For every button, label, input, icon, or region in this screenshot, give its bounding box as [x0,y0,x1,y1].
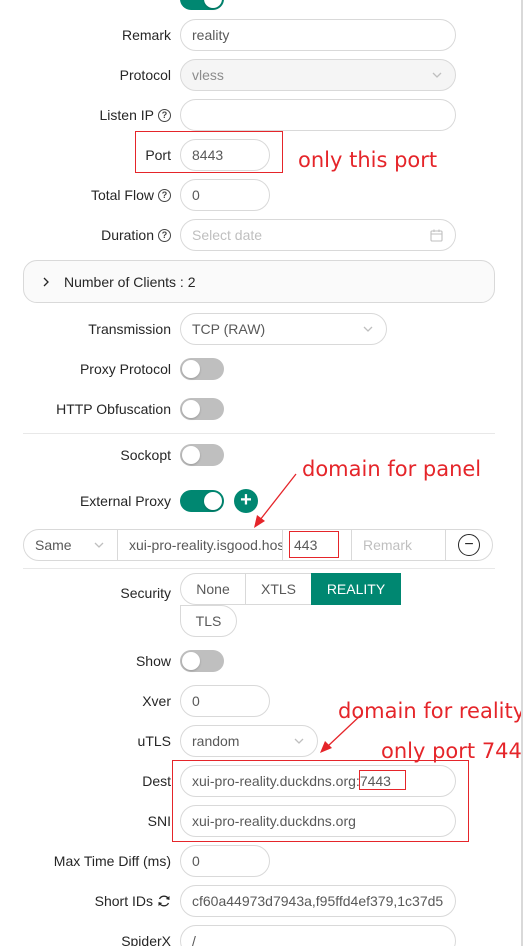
enable-toggle[interactable] [180,0,224,10]
external-proxy-domain-input[interactable]: xui-pro-reality.isgood.host [117,529,283,561]
security-option-xtls[interactable]: XTLS [245,573,312,605]
proxy-protocol-toggle[interactable] [180,358,224,380]
help-icon[interactable]: ? [158,108,171,122]
panel-domain-annotation: domain for panel [302,457,482,481]
port-annotation: only this port [298,148,438,172]
sni-label: SNI [147,813,171,829]
xver-label: Xver [142,693,171,709]
dest-label: Dest [142,773,171,789]
remark-input[interactable]: reality [180,19,456,51]
port-highlight-box [135,131,283,173]
proxy-protocol-label: Proxy Protocol [79,361,171,377]
show-toggle[interactable] [180,650,224,672]
external-proxy-remark-input[interactable]: Remark [351,529,446,561]
protocol-label: Protocol [119,67,171,83]
external-proxy-label: External Proxy [79,493,171,509]
show-label: Show [135,653,171,669]
help-icon[interactable]: ? [158,228,171,242]
chevron-down-icon [432,72,442,78]
transmission-select[interactable]: TCP (RAW) [180,313,387,345]
remark-label: Remark [121,27,171,43]
remove-external-proxy-button[interactable]: − [458,534,480,556]
chevron-right-icon [43,277,49,287]
divider [23,568,495,569]
refresh-icon[interactable] [157,894,171,908]
short-ids-input[interactable]: cf60a44973d7943a,f95ffd4ef379,1c37d5 [180,885,456,917]
sockopt-label: Sockopt [120,447,171,463]
external-port-highlight-box [289,531,339,558]
max-time-diff-input[interactable]: 0 [180,845,270,877]
help-icon[interactable]: ? [158,188,171,202]
short-ids-label: Short IDs [95,890,171,912]
utls-select[interactable]: random [180,725,318,757]
chevron-down-icon [94,542,104,548]
duration-date-picker[interactable]: Select date [180,219,456,251]
security-option-none[interactable]: None [180,573,246,605]
external-proxy-mode-select[interactable]: Same [23,529,118,561]
http-obfuscation-label: HTTP Obfuscation [56,401,171,417]
security-label: Security [120,585,171,601]
annotation-arrow [320,713,363,753]
protocol-select[interactable]: vless [180,59,456,91]
spiderx-input[interactable]: / [180,925,456,946]
duration-label: Duration? [101,224,171,246]
transmission-label: Transmission [88,321,171,337]
divider [23,433,495,434]
total-flow-input[interactable]: 0 [180,179,270,211]
clients-collapse-label: Number of Clients : 2 [64,273,196,290]
http-obfuscation-toggle[interactable] [180,398,224,420]
max-time-diff-label: Max Time Diff (ms) [53,853,171,869]
xver-input[interactable]: 0 [180,685,270,717]
chevron-down-icon [363,326,373,332]
spiderx-label: SpiderX [121,933,171,946]
sockopt-toggle[interactable] [180,444,224,466]
utls-label: uTLS [137,733,171,749]
total-flow-label: Total Flow? [91,184,171,206]
chevron-down-icon [294,738,304,744]
security-option-reality[interactable]: REALITY [311,573,401,605]
calendar-icon [430,229,443,242]
listen-ip-label: Listen IP? [100,104,171,126]
reality-highlight-box [172,760,469,842]
listen-ip-input[interactable] [180,99,456,131]
clients-collapse-panel[interactable]: Number of Clients : 2 [23,260,495,303]
external-proxy-remove-wrapper: − [445,529,493,561]
security-option-tls[interactable]: TLS [180,605,237,637]
external-proxy-toggle[interactable] [180,490,224,512]
